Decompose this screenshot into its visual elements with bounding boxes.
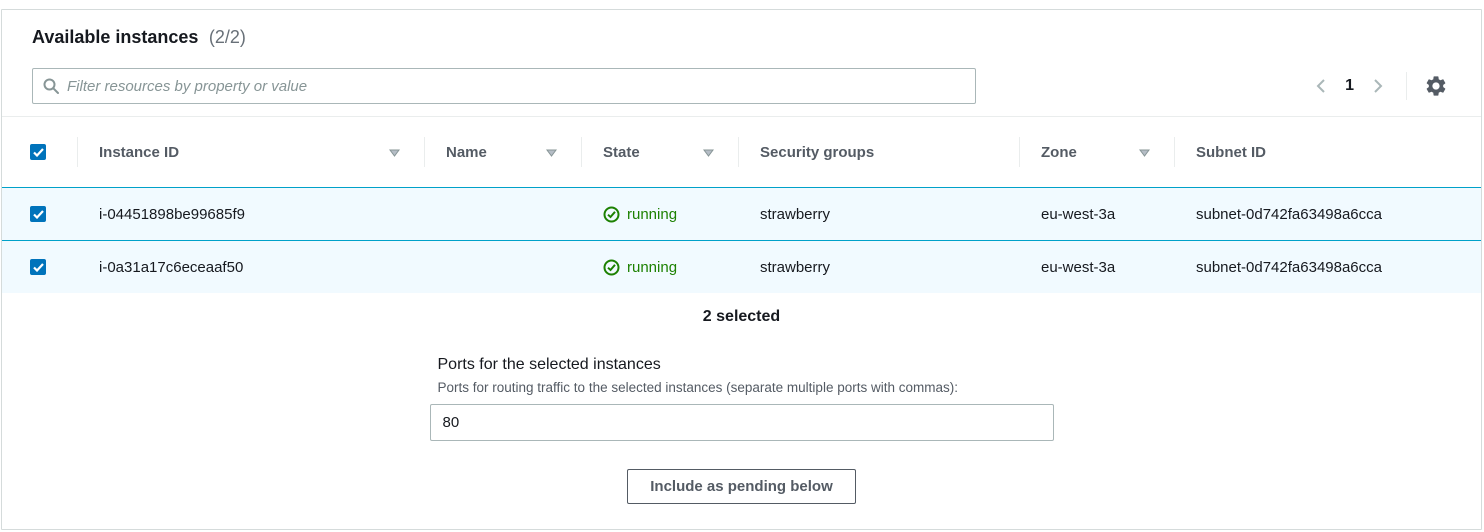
subnet-id-cell: subnet-0d742fa63498a6cca: [1174, 259, 1481, 276]
settings-button[interactable]: [1421, 71, 1451, 101]
instance-id-cell: i-0a31a17c6eceaaf50: [77, 259, 424, 276]
previous-page-button[interactable]: [1307, 72, 1335, 100]
search-icon: [43, 78, 59, 94]
column-header-zone[interactable]: Zone: [1019, 117, 1174, 187]
sort-icon: [703, 144, 714, 161]
chevron-right-icon: [1372, 78, 1384, 94]
instance-count: (2/2): [209, 27, 246, 47]
state-cell: running: [581, 206, 738, 223]
filter-input[interactable]: [67, 78, 965, 95]
pagination-divider: [1406, 72, 1407, 100]
available-instances-panel: Available instances (2/2) 1: [1, 9, 1482, 530]
sort-icon: [389, 144, 400, 161]
pagination: 1: [1307, 71, 1451, 101]
page-number: 1: [1345, 77, 1354, 95]
select-all-checkbox[interactable]: [30, 144, 46, 160]
security-groups-cell: strawberry: [738, 259, 1019, 276]
running-status-icon: [603, 259, 620, 276]
column-label: Name: [446, 144, 487, 161]
column-header-subnet-id[interactable]: Subnet ID: [1174, 117, 1481, 187]
running-status-icon: [603, 206, 620, 223]
row-checkbox[interactable]: [30, 259, 46, 275]
panel-header: Available instances (2/2): [2, 10, 1481, 48]
subnet-id-cell: subnet-0d742fa63498a6cca: [1174, 206, 1481, 223]
state-label: running: [627, 206, 677, 223]
ports-label: Ports for the selected instances: [438, 356, 1054, 374]
column-label: Security groups: [760, 144, 874, 161]
column-header-name[interactable]: Name: [424, 117, 581, 187]
instance-id-cell: i-04451898be99685f9: [77, 206, 424, 223]
security-groups-cell: strawberry: [738, 206, 1019, 223]
column-label: State: [603, 144, 640, 161]
zone-cell: eu-west-3a: [1019, 259, 1174, 276]
ports-description: Ports for routing traffic to the selecte…: [438, 380, 1054, 395]
column-header-state[interactable]: State: [581, 117, 738, 187]
column-header-security-groups[interactable]: Security groups: [738, 117, 1019, 187]
page-title: Available instances: [32, 27, 198, 47]
column-label: Subnet ID: [1196, 144, 1266, 161]
button-row: Include as pending below: [2, 469, 1481, 504]
column-label: Instance ID: [99, 144, 179, 161]
sort-icon: [546, 144, 557, 161]
table-row[interactable]: i-0a31a17c6eceaaf50 running strawberry e…: [2, 240, 1481, 293]
chevron-left-icon: [1315, 78, 1327, 94]
row-select-cell: [2, 259, 77, 276]
selection-summary: 2 selected: [2, 308, 1481, 326]
row-select-cell: [2, 206, 77, 223]
zone-cell: eu-west-3a: [1019, 206, 1174, 223]
sort-icon: [1139, 144, 1150, 161]
include-as-pending-button[interactable]: Include as pending below: [627, 469, 856, 504]
row-checkbox[interactable]: [30, 206, 46, 222]
next-page-button[interactable]: [1364, 72, 1392, 100]
state-cell: running: [581, 259, 738, 276]
gear-icon: [1424, 74, 1448, 98]
filter-box[interactable]: [32, 68, 976, 104]
ports-input[interactable]: [430, 404, 1054, 441]
column-label: Zone: [1041, 144, 1077, 161]
table-row[interactable]: i-04451898be99685f9 running strawberry e…: [2, 187, 1481, 240]
ports-section: Ports for the selected instances Ports f…: [430, 356, 1054, 441]
table-header: Instance ID Name State Security groups Z…: [2, 117, 1481, 187]
state-label: running: [627, 259, 677, 276]
toolbar: 1: [2, 68, 1481, 104]
column-header-instance-id[interactable]: Instance ID: [77, 117, 424, 187]
select-all-cell: [2, 117, 77, 187]
